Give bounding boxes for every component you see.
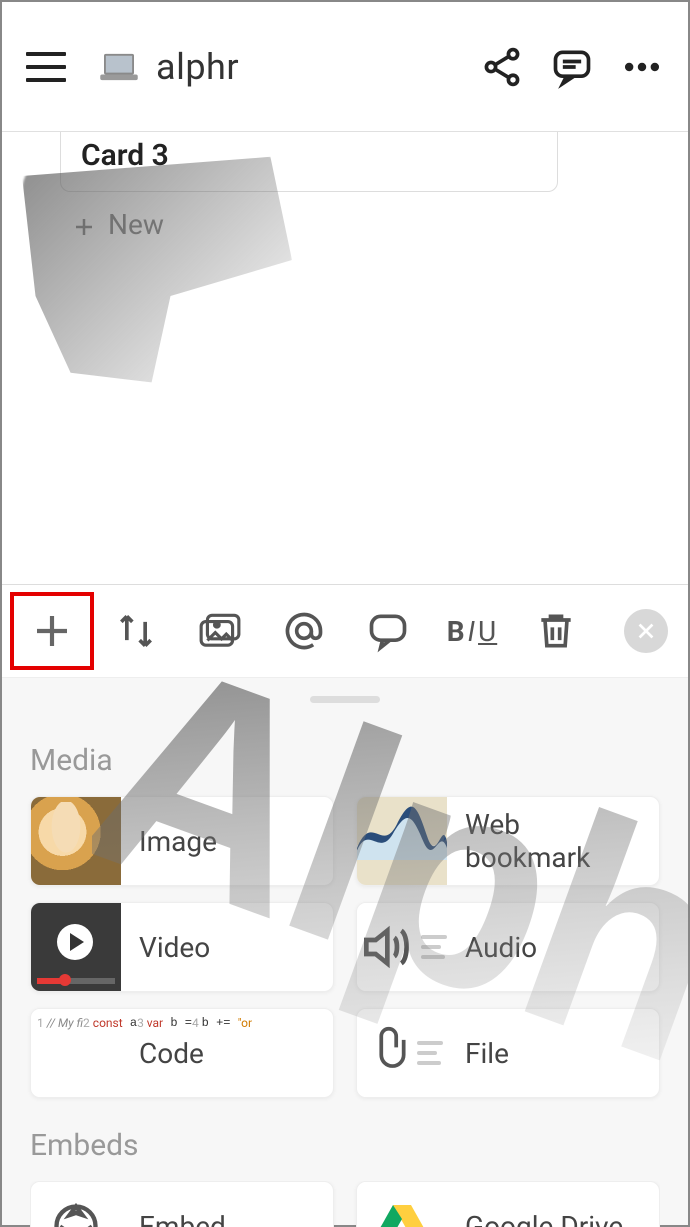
trash-icon[interactable] (514, 596, 598, 666)
more-icon[interactable] (620, 45, 664, 89)
new-card-button[interactable]: New (72, 208, 164, 241)
media-video-option[interactable]: Video (30, 902, 334, 992)
google-drive-icon (357, 1181, 447, 1227)
sheet-handle[interactable] (310, 696, 380, 703)
media-file-option[interactable]: File (356, 1008, 660, 1098)
media-web-bookmark-option[interactable]: Web bookmark (356, 796, 660, 886)
media-image-option[interactable]: Image (30, 796, 334, 886)
media-audio-option[interactable]: Audio (356, 902, 660, 992)
editor-toolbar: B I U (2, 584, 688, 678)
new-label: New (108, 208, 164, 241)
add-block-sheet: Media Image Web bookmark Video (2, 678, 688, 1225)
code-thumb-icon: 1 // My fi 2 const a 3 var b = 4 b += "o… (31, 1008, 121, 1098)
media-code-option[interactable]: 1 // My fi 2 const a 3 var b = 4 b += "o… (30, 1008, 334, 1098)
plus-icon (72, 213, 96, 237)
image-thumb-icon (31, 796, 121, 886)
embed-google-drive-option[interactable]: Google Drive (356, 1181, 660, 1227)
embeds-section-title: Embeds (30, 1128, 660, 1163)
card-item[interactable]: Card 3 (60, 132, 558, 192)
page-title: alphr (156, 46, 239, 88)
file-thumb-icon (357, 1008, 447, 1098)
menu-icon[interactable] (26, 52, 66, 82)
transform-icon[interactable] (94, 596, 178, 666)
audio-thumb-icon (357, 902, 447, 992)
media-section-title: Media (30, 743, 660, 778)
share-icon[interactable] (480, 45, 524, 89)
laptop-icon (100, 52, 138, 82)
embed-thumb-icon (31, 1181, 121, 1227)
mention-icon[interactable] (262, 596, 346, 666)
web-bookmark-thumb-icon (357, 796, 447, 886)
format-text-button[interactable]: B I U (430, 596, 514, 666)
close-icon[interactable] (624, 609, 668, 653)
video-thumb-icon (31, 902, 121, 992)
gallery-icon[interactable] (178, 596, 262, 666)
add-block-button[interactable] (10, 592, 94, 670)
embed-generic-option[interactable]: Embed (30, 1181, 334, 1227)
comment-toolbar-icon[interactable] (346, 596, 430, 666)
app-header: alphr (2, 2, 688, 132)
comment-icon[interactable] (550, 45, 594, 89)
